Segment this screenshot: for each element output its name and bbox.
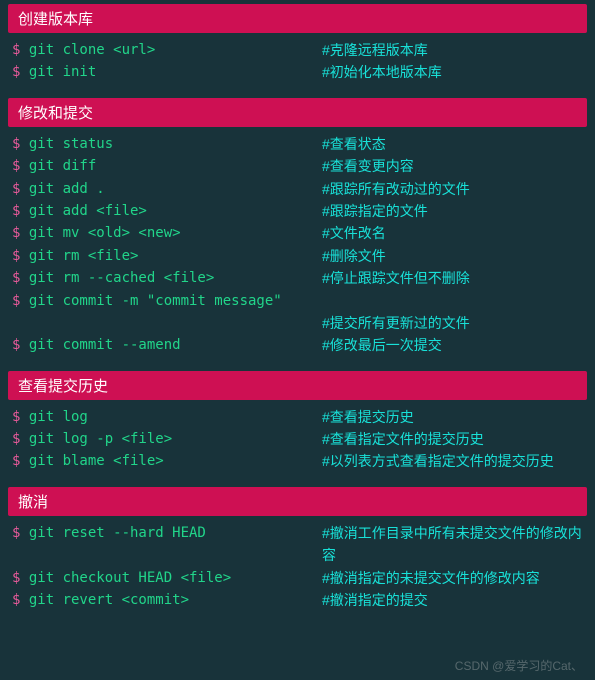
- command-row: $ git checkout HEAD <file>#撤消指定的未提交文件的修改…: [12, 567, 583, 589]
- prompt: $: [12, 248, 29, 264]
- prompt: $: [12, 453, 29, 469]
- comment-cell: #文件改名: [322, 222, 583, 244]
- watermark: CSDN @爱学习的Cat、: [455, 657, 583, 674]
- prompt: $: [12, 42, 29, 58]
- command-row: $ git commit --amend#修改最后一次提交: [12, 334, 583, 356]
- prompt: $: [12, 203, 29, 219]
- command-cell: $ git commit -m "commit message": [12, 290, 322, 312]
- command-text: git init: [29, 64, 96, 80]
- command-row: $ git diff#查看变更内容: [12, 155, 583, 177]
- command-cell: $ git rm --cached <file>: [12, 267, 322, 289]
- command-text: git rm --cached <file>: [29, 270, 214, 286]
- command-text: git commit -m "commit message": [29, 293, 282, 309]
- comment-cell: #撤消指定的未提交文件的修改内容: [322, 567, 583, 589]
- section: 撤消$ git reset --hard HEAD#撤消工作目录中所有未提交文件…: [8, 487, 587, 616]
- command-block: $ git log#查看提交历史$ git log -p <file>#查看指定…: [8, 400, 587, 477]
- command-text: git status: [29, 136, 113, 152]
- comment-cell: #撤消指定的提交: [322, 589, 583, 611]
- section-header: 查看提交历史: [8, 371, 587, 400]
- command-row: $ git revert <commit>#撤消指定的提交: [12, 589, 583, 611]
- comment-cell: #克隆远程版本库: [322, 39, 583, 61]
- prompt: $: [12, 136, 29, 152]
- prompt: $: [12, 293, 29, 309]
- command-cell: $ git init: [12, 61, 322, 83]
- command-cell: $ git rm <file>: [12, 245, 322, 267]
- prompt: $: [12, 181, 29, 197]
- prompt: $: [12, 158, 29, 174]
- section-header: 撤消: [8, 487, 587, 516]
- comment-cell: #查看变更内容: [322, 155, 583, 177]
- command-row: $ git rm --cached <file>#停止跟踪文件但不删除: [12, 267, 583, 289]
- command-cell: $ git add .: [12, 178, 322, 200]
- command-text: git revert <commit>: [29, 592, 189, 608]
- command-row: $ git add <file>#跟踪指定的文件: [12, 200, 583, 222]
- section: 创建版本库$ git clone <url>#克隆远程版本库$ git init…: [8, 4, 587, 88]
- comment-cell: #停止跟踪文件但不删除: [322, 267, 583, 289]
- comment-cell: #查看指定文件的提交历史: [322, 428, 583, 450]
- command-row: $ git clone <url>#克隆远程版本库: [12, 39, 583, 61]
- command-text: git rm <file>: [29, 248, 139, 264]
- command-cell: $ git checkout HEAD <file>: [12, 567, 322, 589]
- command-text: git blame <file>: [29, 453, 164, 469]
- prompt: $: [12, 270, 29, 286]
- command-row: $ git blame <file>#以列表方式查看指定文件的提交历史: [12, 450, 583, 472]
- command-row: $ git status#查看状态: [12, 133, 583, 155]
- command-cell: $ git diff: [12, 155, 322, 177]
- prompt: $: [12, 431, 29, 447]
- command-cell: $ git add <file>: [12, 200, 322, 222]
- command-row: $ git reset --hard HEAD#撤消工作目录中所有未提交文件的修…: [12, 522, 583, 567]
- comment-cell: #撤消工作目录中所有未提交文件的修改内容: [322, 522, 583, 567]
- command-row: $ git add .#跟踪所有改动过的文件: [12, 178, 583, 200]
- comment-cell: #提交所有更新过的文件: [322, 312, 583, 334]
- command-row: $ git log#查看提交历史: [12, 406, 583, 428]
- comment-cell: #修改最后一次提交: [322, 334, 583, 356]
- command-text: git checkout HEAD <file>: [29, 570, 231, 586]
- comment-cell: #以列表方式查看指定文件的提交历史: [322, 450, 583, 472]
- command-cell: $ git commit --amend: [12, 334, 322, 356]
- command-row: #提交所有更新过的文件: [12, 312, 583, 334]
- section-header: 修改和提交: [8, 98, 587, 127]
- comment-cell: #跟踪指定的文件: [322, 200, 583, 222]
- command-cell: $ git mv <old> <new>: [12, 222, 322, 244]
- prompt: $: [12, 592, 29, 608]
- command-block: $ git status#查看状态$ git diff#查看变更内容$ git …: [8, 127, 587, 361]
- comment-cell: #删除文件: [322, 245, 583, 267]
- section-header: 创建版本库: [8, 4, 587, 33]
- command-row: $ git rm <file>#删除文件: [12, 245, 583, 267]
- command-cell: $ git revert <commit>: [12, 589, 322, 611]
- command-row: $ git init#初始化本地版本库: [12, 61, 583, 83]
- command-text: git diff: [29, 158, 96, 174]
- comment-cell: #查看提交历史: [322, 406, 583, 428]
- prompt: $: [12, 337, 29, 353]
- command-row: $ git log -p <file>#查看指定文件的提交历史: [12, 428, 583, 450]
- command-text: git mv <old> <new>: [29, 225, 181, 241]
- prompt: $: [12, 225, 29, 241]
- section: 修改和提交$ git status#查看状态$ git diff#查看变更内容$…: [8, 98, 587, 361]
- command-text: git log: [29, 409, 88, 425]
- command-text: git commit --amend: [29, 337, 181, 353]
- command-block: $ git clone <url>#克隆远程版本库$ git init#初始化本…: [8, 33, 587, 88]
- prompt: $: [12, 64, 29, 80]
- command-block: $ git reset --hard HEAD#撤消工作目录中所有未提交文件的修…: [8, 516, 587, 616]
- command-row: $ git mv <old> <new>#文件改名: [12, 222, 583, 244]
- comment-cell: #查看状态: [322, 133, 583, 155]
- section: 查看提交历史$ git log#查看提交历史$ git log -p <file…: [8, 371, 587, 477]
- command-cell: $ git log: [12, 406, 322, 428]
- command-text: git add .: [29, 181, 105, 197]
- command-cell: $ git log -p <file>: [12, 428, 322, 450]
- command-cell: $ git status: [12, 133, 322, 155]
- command-cell: $ git clone <url>: [12, 39, 322, 61]
- prompt: $: [12, 525, 29, 541]
- command-text: git log -p <file>: [29, 431, 172, 447]
- command-text: git add <file>: [29, 203, 147, 219]
- command-cell: $ git reset --hard HEAD: [12, 522, 322, 544]
- command-row: $ git commit -m "commit message": [12, 290, 583, 312]
- command-text: git clone <url>: [29, 42, 155, 58]
- prompt: $: [12, 570, 29, 586]
- command-cell: $ git blame <file>: [12, 450, 322, 472]
- comment-cell: #跟踪所有改动过的文件: [322, 178, 583, 200]
- prompt: $: [12, 409, 29, 425]
- comment-cell: #初始化本地版本库: [322, 61, 583, 83]
- command-text: git reset --hard HEAD: [29, 525, 206, 541]
